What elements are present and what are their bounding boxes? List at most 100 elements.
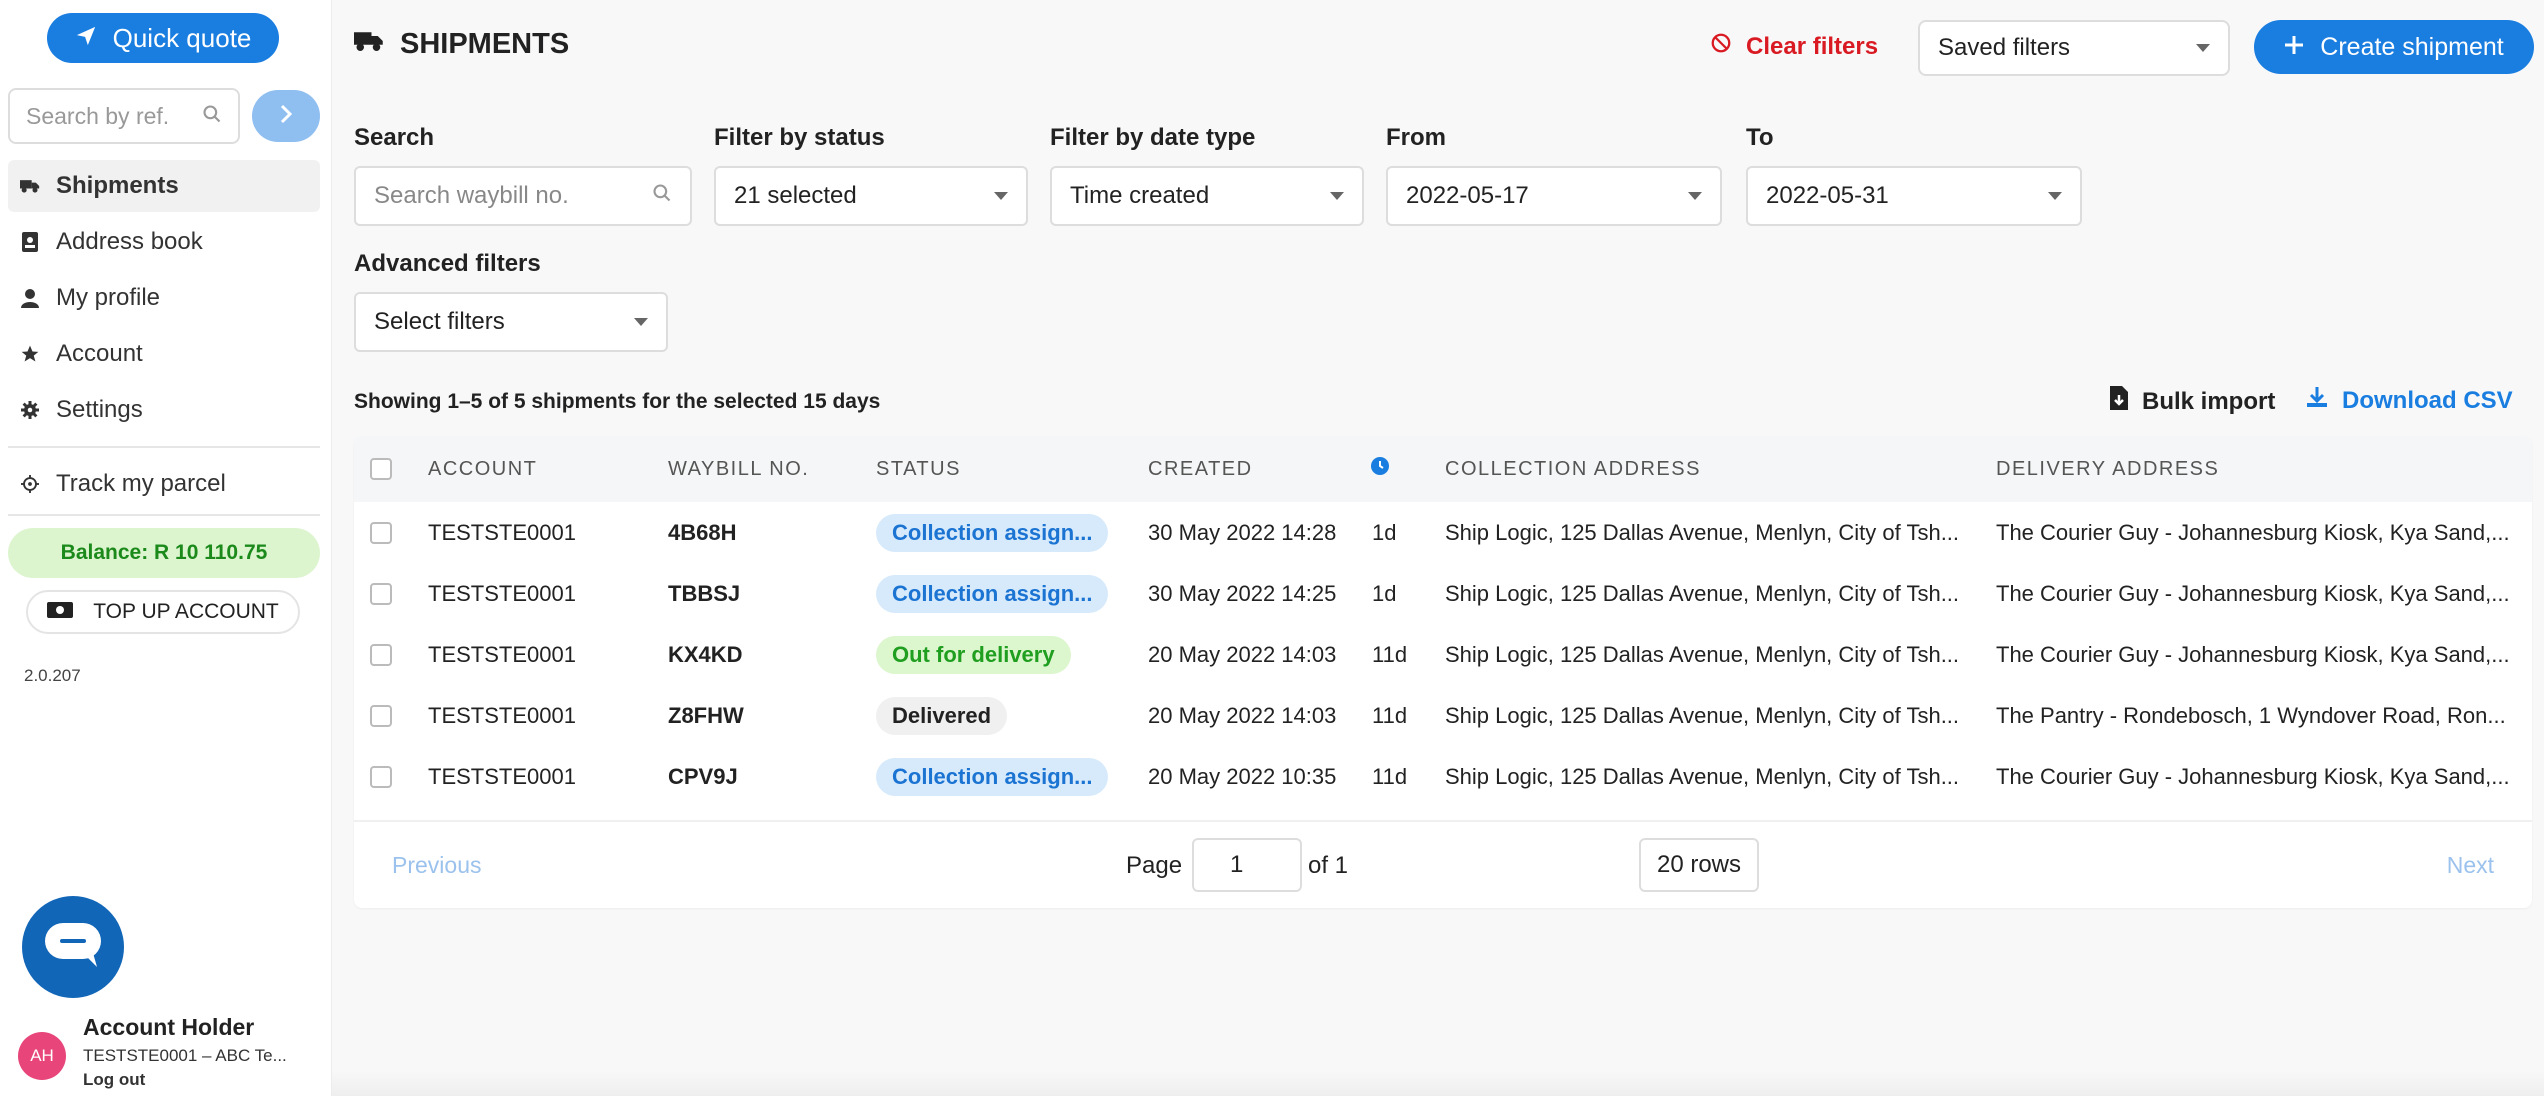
- status-badge: Out for delivery: [876, 635, 1071, 674]
- row-waybill[interactable]: Z8FHW: [668, 685, 744, 746]
- row-waybill[interactable]: 4B68H: [668, 502, 736, 563]
- from-date-select[interactable]: 2022-05-17: [1386, 166, 1722, 226]
- sidebar-item-account[interactable]: Account: [8, 328, 320, 380]
- row-status: Out for delivery: [876, 624, 1071, 685]
- column-header-status[interactable]: STATUS: [876, 458, 961, 481]
- row-created: 30 May 2022 14:25: [1148, 580, 1337, 606]
- sidebar-item-settings[interactable]: Settings: [8, 384, 320, 436]
- from-date-label: From: [1386, 124, 1446, 151]
- column-header-waybill[interactable]: WAYBILL NO.: [668, 458, 809, 481]
- ban-icon: [1710, 32, 1732, 61]
- ref-search-field[interactable]: [8, 88, 240, 144]
- row-collection-address: Ship Logic, 125 Dallas Avenue, Menlyn, C…: [1445, 641, 1960, 667]
- row-account: TESTSTE0001: [428, 641, 576, 667]
- page-label: Page: [1126, 852, 1183, 879]
- row-age: 1d: [1372, 580, 1397, 606]
- table-row[interactable]: TESTSTE0001 TBBSJ Collection assign... 3…: [354, 563, 2532, 624]
- logout-link[interactable]: Log out: [83, 1070, 145, 1090]
- bulk-import-button[interactable]: Bulk import: [2110, 386, 2275, 417]
- clear-filters-label: Clear filters: [1746, 32, 1879, 60]
- page-title-text: SHIPMENTS: [400, 28, 570, 60]
- row-checkbox[interactable]: [370, 766, 392, 788]
- advanced-filters-value: Select filters: [374, 308, 505, 335]
- column-header-account[interactable]: ACCOUNT: [428, 458, 537, 481]
- row-waybill[interactable]: KX4KD: [668, 624, 743, 685]
- gear-icon: [20, 401, 40, 419]
- table-row[interactable]: TESTSTE0001 Z8FHW Delivered 20 May 2022 …: [354, 685, 2532, 746]
- advanced-filters-select[interactable]: Select filters: [354, 292, 668, 352]
- results-summary: Showing 1–5 of 5 shipments for the selec…: [354, 390, 881, 413]
- advanced-filters-label: Advanced filters: [354, 250, 541, 277]
- status-badge: Collection assign...: [876, 513, 1109, 552]
- to-date-label: To: [1746, 124, 1774, 151]
- column-header-created[interactable]: CREATED: [1148, 458, 1253, 481]
- waybill-search-field[interactable]: [354, 166, 692, 226]
- status-filter-select[interactable]: 21 selected: [714, 166, 1028, 226]
- page-number-input[interactable]: 1: [1192, 838, 1302, 892]
- user-name: Account Holder: [83, 1014, 255, 1040]
- create-shipment-label: Create shipment: [2320, 32, 2504, 61]
- table-row[interactable]: TESTSTE0001 KX4KD Out for delivery 20 Ma…: [354, 624, 2532, 685]
- quick-quote-label: Quick quote: [112, 22, 252, 53]
- saved-filters-value: Saved filters: [1938, 34, 2071, 61]
- app-version: 2.0.207: [24, 666, 81, 685]
- row-waybill[interactable]: CPV9J: [668, 746, 738, 807]
- select-all-checkbox[interactable]: [370, 458, 392, 480]
- row-waybill[interactable]: TBBSJ: [668, 563, 740, 624]
- row-checkbox[interactable]: [370, 705, 392, 727]
- sidebar-item-label: Settings: [56, 396, 143, 423]
- waybill-search-input[interactable]: [374, 182, 634, 210]
- avatar[interactable]: AH: [18, 1032, 66, 1080]
- sidebar-item-shipments[interactable]: Shipments: [8, 160, 320, 212]
- create-shipment-button[interactable]: Create shipment: [2254, 20, 2534, 74]
- row-age: 11d: [1372, 763, 1408, 789]
- top-up-account-button[interactable]: TOP UP ACCOUNT: [26, 590, 300, 634]
- next-page-button[interactable]: Next: [2447, 852, 2494, 879]
- rows-per-page-select[interactable]: 20 rows: [1639, 838, 1759, 892]
- caret-down-icon: [1330, 192, 1344, 200]
- chat-button[interactable]: [22, 896, 124, 998]
- row-status: Collection assign...: [876, 746, 1109, 807]
- row-checkbox[interactable]: [370, 522, 392, 544]
- sidebar-nav-secondary: Track my parcel: [8, 458, 320, 514]
- download-csv-button[interactable]: Download CSV: [2306, 386, 2513, 415]
- pagination: Previous Page 1 of 1 20 rows Next: [354, 820, 2532, 908]
- status-badge: Collection assign...: [876, 574, 1109, 613]
- row-account: TESTSTE0001: [428, 519, 576, 545]
- page-title: SHIPMENTS: [354, 28, 569, 61]
- to-date-value: 2022-05-31: [1766, 182, 1889, 209]
- file-import-icon: [2110, 386, 2128, 417]
- to-date-select[interactable]: 2022-05-31: [1746, 166, 2082, 226]
- paper-plane-icon: [75, 23, 97, 54]
- row-checkbox[interactable]: [370, 583, 392, 605]
- row-status: Collection assign...: [876, 563, 1109, 624]
- table-row[interactable]: TESTSTE0001 CPV9J Collection assign... 2…: [354, 746, 2532, 807]
- row-checkbox[interactable]: [370, 644, 392, 666]
- truck-icon: [354, 28, 384, 61]
- column-header-collection-address[interactable]: COLLECTION ADDRESS: [1445, 458, 1701, 481]
- row-age: 1d: [1372, 519, 1397, 545]
- caret-down-icon: [2048, 192, 2062, 200]
- row-created: 20 May 2022 10:35: [1148, 763, 1337, 789]
- caret-down-icon: [634, 318, 648, 326]
- bottom-fade: [332, 1070, 2544, 1096]
- previous-page-button[interactable]: Previous: [392, 852, 481, 879]
- sidebar-item-my-profile[interactable]: My profile: [8, 272, 320, 324]
- sidebar-item-track-my-parcel[interactable]: Track my parcel: [8, 458, 320, 510]
- row-status: Delivered: [876, 685, 1008, 746]
- row-account: TESTSTE0001: [428, 580, 576, 606]
- from-date-value: 2022-05-17: [1406, 182, 1529, 209]
- clear-filters-button[interactable]: Clear filters: [1710, 32, 1878, 61]
- sidebar-item-label: Address book: [56, 228, 203, 255]
- table-row[interactable]: TESTSTE0001 4B68H Collection assign... 3…: [354, 502, 2532, 563]
- chevron-right-icon: [277, 103, 295, 130]
- ref-search-go-button[interactable]: [252, 90, 320, 142]
- ref-search-input[interactable]: [26, 102, 196, 130]
- sidebar-item-address-book[interactable]: Address book: [8, 216, 320, 268]
- clock-icon[interactable]: [1370, 456, 1390, 482]
- sidebar-item-label: Track my parcel: [56, 470, 226, 497]
- date-type-select[interactable]: Time created: [1050, 166, 1364, 226]
- column-header-delivery-address[interactable]: DELIVERY ADDRESS: [1996, 458, 2219, 481]
- quick-quote-button[interactable]: Quick quote: [47, 13, 279, 63]
- saved-filters-select[interactable]: Saved filters: [1918, 20, 2230, 76]
